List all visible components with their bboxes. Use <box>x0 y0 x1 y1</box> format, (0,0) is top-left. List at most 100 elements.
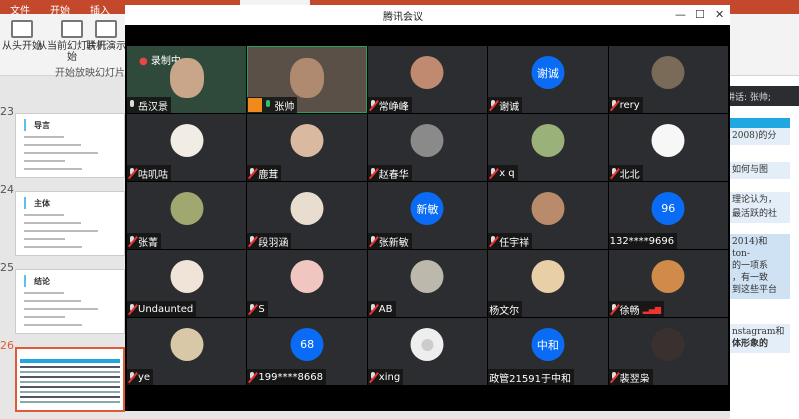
participant-name: 张新敏 <box>378 237 409 249</box>
participant-tile[interactable]: 张帅 <box>247 46 367 113</box>
participant-tile[interactable]: xing <box>367 318 488 385</box>
participant-name-label: 张菁 <box>127 233 161 249</box>
slide-number: 26 <box>0 339 14 352</box>
text-line <box>20 386 120 388</box>
slide-thumbnail[interactable] <box>15 347 125 412</box>
participant-tile[interactable]: 任宇祥 <box>488 182 608 249</box>
avatar-photo <box>170 328 204 361</box>
avatar-photo <box>170 124 204 157</box>
participant-tile[interactable]: 张菁 <box>127 182 247 249</box>
participant-tile[interactable]: 北北 <box>608 114 728 181</box>
participant-tile[interactable]: AB <box>367 250 488 317</box>
video-feed <box>169 58 204 98</box>
participant-tile[interactable]: S <box>247 250 367 317</box>
participant-name-label: AB <box>367 301 396 317</box>
participant-tile[interactable]: Undaunted <box>127 250 247 317</box>
participant-name: 赵春华 <box>378 169 409 181</box>
signal-icon: ▂▄▆ <box>642 304 662 314</box>
participant-name-label: 鹿茸 <box>247 165 282 181</box>
slide-editor[interactable]: 2008)的分 如何与图 理论认为， 最活跃的社 2014)和 ton- 的一项系 ，有一致到… <box>730 76 799 419</box>
participant-tile[interactable]: 杨文尔 <box>488 250 608 317</box>
mic-muted-icon <box>128 235 137 247</box>
table-header <box>20 359 120 363</box>
text-line <box>20 371 120 373</box>
participant-tile[interactable]: rery <box>608 46 728 113</box>
mic-muted-icon <box>128 303 137 315</box>
participant-tile[interactable]: 裴翌枭 <box>608 318 728 385</box>
minimize-button[interactable]: — <box>675 8 686 21</box>
participant-tile[interactable]: 中和 政管21591于中和 <box>488 318 608 385</box>
participant-tile[interactable]: 68 199****8668 <box>247 318 367 385</box>
mic-muted-icon <box>248 303 257 315</box>
participant-name-label: 谢诚 <box>488 97 523 113</box>
participant-name: x q <box>499 167 515 179</box>
participant-tile[interactable]: 谢诚 谢诚 <box>488 46 608 113</box>
participant-name: 咕叽咕 <box>138 169 168 181</box>
text-line <box>20 376 120 378</box>
participant-tile[interactable]: 新敏 张新敏 <box>367 182 488 249</box>
text-line <box>24 300 81 302</box>
avatar: 新敏 <box>410 192 444 225</box>
mic-muted-icon <box>369 371 378 383</box>
participant-tile[interactable]: 段羽涵 <box>247 182 367 249</box>
mic-icon <box>128 99 137 111</box>
participant-tile[interactable]: 常峥峰 <box>367 46 488 113</box>
avatar-photo <box>410 260 444 293</box>
ribbon-tab[interactable]: 插入 <box>80 0 120 17</box>
video-feed <box>290 58 325 98</box>
participant-name-label: 岳汉景 <box>127 97 171 113</box>
title-bar: 腾讯会议 <box>125 5 730 25</box>
doc-text: 体形象的 <box>730 336 790 353</box>
avatar-photo <box>651 56 685 89</box>
slideshow-icon <box>11 20 33 38</box>
participant-name-label: 赵春华 <box>367 165 412 181</box>
slide-thumbnail[interactable]: 主体 <box>15 191 125 256</box>
text-line <box>24 168 82 170</box>
maximize-button[interactable]: ☐ <box>695 8 705 21</box>
text-line <box>24 308 98 310</box>
mic-muted-icon <box>369 235 378 247</box>
participant-name: 岳汉景 <box>138 101 168 113</box>
title-accent <box>24 197 26 209</box>
participant-tile[interactable]: x q <box>488 114 608 181</box>
ribbon-tab[interactable]: 文件 <box>0 0 40 17</box>
participant-name-label: 张帅 <box>247 97 298 113</box>
participant-grid: ● 录制中 岳汉景 张帅 常峥峰 谢诚 谢诚 rery 咕叽咕 鹿茸 赵春华 x q 北北张菁 段羽涵 新… <box>127 46 728 385</box>
participant-name: 政管21591于中和 <box>489 373 571 385</box>
participant-name: 徐畅 <box>619 305 640 317</box>
slide-thumbnails[interactable]: 23 导言 24 主体 25 结论 26 <box>0 77 125 419</box>
mic-muted-icon <box>369 99 378 111</box>
slide-thumbnail[interactable]: 导言 <box>15 113 125 178</box>
participant-name-label: xing <box>367 369 404 385</box>
doc-text: 2008)的分 <box>730 128 790 145</box>
mic-muted-icon <box>610 303 619 315</box>
avatar-photo <box>651 260 685 293</box>
mic-muted-icon <box>369 303 378 315</box>
online-present-button[interactable]: 联机演示 <box>86 20 126 52</box>
text-line <box>20 396 120 398</box>
participant-name-label: Undaunted <box>127 301 197 317</box>
text-line <box>24 230 98 232</box>
participant-name-label: x q <box>488 165 518 181</box>
participant-tile[interactable]: 咕叽咕 <box>127 114 247 181</box>
avatar-photo <box>531 124 565 157</box>
avatar-photo <box>651 124 685 157</box>
text-line <box>24 246 82 248</box>
participant-tile[interactable]: 徐畅 ▂▄▆ <box>608 250 728 317</box>
mic-muted-icon <box>369 167 378 179</box>
avatar-photo <box>290 124 324 157</box>
mic-muted-icon <box>610 167 619 179</box>
meeting-window: 腾讯会议 — ☐ ✕ ● 录制中 岳汉景 张帅 常峥峰 谢诚 谢诚 rery 咕叽咕 鹿茸 赵春华… <box>125 5 730 411</box>
ribbon-tab[interactable]: 开始 <box>40 0 80 17</box>
participant-tile[interactable]: 96 132****9696 <box>608 182 728 249</box>
close-button[interactable]: ✕ <box>715 8 724 21</box>
participant-tile[interactable]: 鹿茸 <box>247 114 367 181</box>
participant-tile[interactable]: 赵春华 <box>367 114 488 181</box>
participant-tile[interactable]: ● 录制中 岳汉景 <box>127 46 247 113</box>
slide-number: 23 <box>0 105 14 118</box>
participant-name: 裴翌枭 <box>619 373 650 385</box>
participant-name-label: 政管21591于中和 <box>488 369 574 385</box>
participant-name: 段羽涵 <box>258 237 289 249</box>
participant-tile[interactable]: ye <box>127 318 247 385</box>
slide-thumbnail[interactable]: 结论 <box>15 269 125 334</box>
